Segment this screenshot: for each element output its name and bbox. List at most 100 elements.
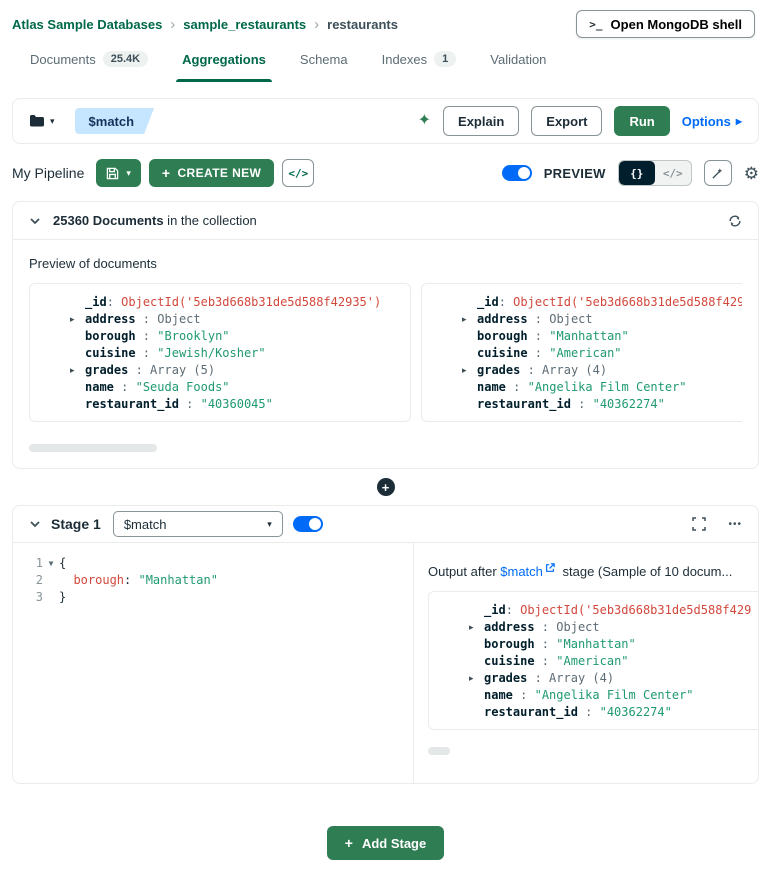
horizontal-scrollbar[interactable] — [29, 444, 157, 452]
document-cards-row[interactable]: _id: ObjectId('5eb3d668b31de5d588f42935'… — [29, 283, 742, 422]
document-field-row[interactable]: ▸address : Object — [30, 311, 404, 328]
expand-caret-icon[interactable] — [469, 653, 484, 670]
expand-caret-icon[interactable] — [462, 294, 477, 311]
builder-view-segment[interactable]: {} — [619, 161, 655, 185]
preview-toggle[interactable] — [502, 165, 532, 181]
expand-caret-icon[interactable]: ▸ — [70, 311, 85, 328]
save-pipeline-button[interactable]: ▾ — [96, 159, 141, 187]
document-field-row[interactable]: restaurant_id : "40362274" — [422, 396, 742, 413]
save-icon — [106, 167, 119, 180]
pipeline-name: My Pipeline — [12, 165, 84, 181]
expand-caret-icon[interactable] — [70, 379, 85, 396]
code-fold-icon[interactable]: ▼ — [43, 555, 59, 572]
tab-documents[interactable]: Documents 25.4K — [30, 48, 148, 82]
document-field-row[interactable]: cuisine : "Jewish/Kosher" — [30, 345, 404, 362]
plus-icon: + — [382, 481, 390, 494]
output-title-suffix: stage (Sample of 10 docum... — [559, 564, 732, 579]
expand-caret-icon[interactable] — [462, 345, 477, 362]
expand-caret-icon[interactable]: ▸ — [469, 619, 484, 636]
field-value: "40362274" — [600, 704, 672, 721]
field-value: "Angelika Film Center" — [535, 687, 694, 704]
field-value: "Angelika Film Center" — [528, 379, 687, 396]
document-field-row[interactable]: ▸address : Object — [429, 619, 758, 636]
expand-caret-icon[interactable] — [462, 328, 477, 345]
pipeline-as-text-button[interactable]: </> — [282, 159, 314, 187]
expand-caret-icon[interactable] — [469, 687, 484, 704]
document-field-row[interactable]: name : "Angelika Film Center" — [422, 379, 742, 396]
expand-caret-icon[interactable] — [469, 704, 484, 721]
document-field-row[interactable]: ▸grades : Array (5) — [30, 362, 404, 379]
document-field-row[interactable]: restaurant_id : "40360045" — [30, 396, 404, 413]
pipeline-explain-shortcut-button[interactable] — [704, 160, 732, 186]
stage-header-actions: ••• — [692, 517, 742, 531]
field-value: ObjectId('5eb3d668b31de5d588f4294 — [513, 294, 742, 311]
field-separator: : — [499, 294, 513, 311]
open-mongodb-shell-button[interactable]: >_ Open MongoDB shell — [576, 10, 755, 38]
expand-caret-icon[interactable]: ▸ — [462, 362, 477, 379]
fullscreen-icon[interactable] — [692, 517, 706, 531]
expand-caret-icon[interactable] — [469, 602, 484, 619]
tab-validation[interactable]: Validation — [490, 48, 546, 82]
settings-gear-icon[interactable]: ⚙ — [744, 165, 759, 182]
tab-indexes[interactable]: Indexes 1 — [382, 48, 457, 82]
field-separator: : — [528, 328, 550, 345]
expand-caret-icon[interactable] — [469, 636, 484, 653]
document-field-row[interactable]: cuisine : "American" — [429, 653, 758, 670]
collection-tabs: Documents 25.4K Aggregations Schema Inde… — [0, 48, 771, 82]
add-stage-label: Add Stage — [362, 836, 426, 851]
options-toggle[interactable]: Options ▶ — [682, 114, 742, 129]
text-view-segment[interactable]: </> — [655, 161, 691, 185]
document-field-row[interactable]: name : "Angelika Film Center" — [429, 687, 758, 704]
document-field-row[interactable]: _id: ObjectId('5eb3d668b31de5d588f42935'… — [30, 294, 404, 311]
document-field-row[interactable]: ▸address : Object — [422, 311, 742, 328]
document-field-row[interactable]: name : "Seuda Foods" — [30, 379, 404, 396]
stage-code-editor[interactable]: 1 ▼ { 2 borough: "Manhattan" 3 } — [13, 543, 413, 783]
expand-caret-icon[interactable] — [70, 294, 85, 311]
expand-caret-icon[interactable]: ▸ — [70, 362, 85, 379]
chevron-down-icon[interactable] — [29, 518, 41, 530]
stage-pill-match[interactable]: $match — [75, 108, 155, 134]
document-field-row[interactable]: _id: ObjectId('5eb3d668b31de5d588f429 — [429, 602, 758, 619]
collection-preview-header[interactable]: 25360 Documents in the collection — [13, 202, 758, 240]
saved-pipelines-button[interactable]: ▾ — [29, 114, 55, 128]
field-name: borough — [477, 328, 528, 345]
add-stage-button[interactable]: + Add Stage — [327, 826, 444, 860]
expand-caret-icon[interactable] — [70, 328, 85, 345]
document-field-row[interactable]: ▸grades : Array (4) — [429, 670, 758, 687]
create-new-pipeline-button[interactable]: + CREATE NEW — [149, 159, 274, 187]
run-button[interactable]: Run — [614, 106, 669, 136]
breadcrumb-current-collection: restaurants — [327, 17, 398, 32]
output-document-card: _id: ObjectId('5eb3d668b31de5d588f429 ▸a… — [428, 591, 758, 730]
expand-caret-icon[interactable]: ▸ — [469, 670, 484, 687]
more-options-icon[interactable]: ••• — [728, 519, 742, 530]
document-field-row[interactable]: cuisine : "American" — [422, 345, 742, 362]
breadcrumb-link-database-group[interactable]: Atlas Sample Databases — [12, 17, 162, 32]
explain-button[interactable]: Explain — [443, 106, 519, 136]
output-horizontal-scrollbar[interactable] — [428, 747, 450, 755]
ai-sparkle-icon[interactable]: ✦ — [418, 113, 431, 129]
document-field-row[interactable]: borough : "Manhattan" — [429, 636, 758, 653]
export-button[interactable]: Export — [531, 106, 602, 136]
expand-caret-icon[interactable] — [70, 396, 85, 413]
document-field-row[interactable]: _id: ObjectId('5eb3d668b31de5d588f4294 — [422, 294, 742, 311]
add-stage-plus-button[interactable]: + — [377, 478, 395, 496]
refresh-button[interactable] — [728, 214, 742, 228]
expand-caret-icon[interactable]: ▸ — [462, 311, 477, 328]
document-field-row[interactable]: borough : "Brooklyn" — [30, 328, 404, 345]
document-field-row[interactable]: ▸grades : Array (4) — [422, 362, 742, 379]
code-fold-spacer — [43, 589, 59, 606]
expand-caret-icon[interactable] — [462, 396, 477, 413]
field-value: "40360045" — [201, 396, 273, 413]
stage-docs-link[interactable]: $match — [500, 564, 543, 579]
stage-operator-select[interactable]: $match ▾ — [113, 511, 283, 537]
document-field-row[interactable]: borough : "Manhattan" — [422, 328, 742, 345]
stage-enabled-toggle[interactable] — [293, 516, 323, 532]
code-brackets-icon: </> — [663, 167, 683, 180]
expand-caret-icon[interactable] — [70, 345, 85, 362]
breadcrumb-link-database[interactable]: sample_restaurants — [183, 17, 306, 32]
expand-caret-icon[interactable] — [462, 379, 477, 396]
tab-aggregations[interactable]: Aggregations — [182, 48, 266, 82]
code-fold-spacer — [43, 572, 59, 589]
tab-schema[interactable]: Schema — [300, 48, 348, 82]
document-field-row[interactable]: restaurant_id : "40362274" — [429, 704, 758, 721]
